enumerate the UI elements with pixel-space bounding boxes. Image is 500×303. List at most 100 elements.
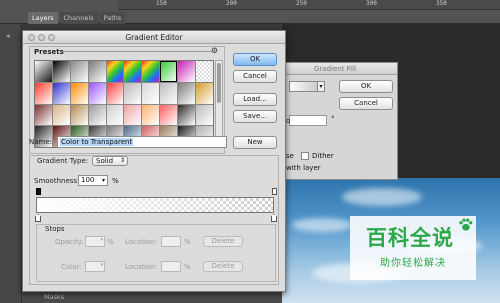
preset-swatch[interactable] [52, 61, 70, 82]
collapse-arrow-icon[interactable]: ◂ [6, 32, 10, 40]
name-label: Name: [29, 138, 53, 146]
gradient-type-value: Solid [96, 157, 114, 165]
gradient-type-group: Gradient Type: Solid ⇕ Smoothness: 100 ▾… [29, 155, 279, 285]
preset-swatch[interactable] [196, 104, 213, 126]
angle-unit: ° [331, 115, 335, 123]
ruler-mark: 150 [156, 0, 167, 7]
reverse-label: se [286, 152, 294, 160]
color-location-label: Location: [125, 263, 157, 271]
gradient-preview-bar[interactable] [36, 197, 274, 213]
gradient-fill-swatch[interactable] [289, 81, 319, 92]
preset-swatch[interactable] [35, 61, 52, 82]
gradient-editor-titlebar: Gradient Editor [23, 31, 285, 44]
preset-swatch[interactable] [160, 61, 178, 82]
opacity-input[interactable]: ▾ [85, 236, 105, 247]
preset-swatch[interactable] [106, 82, 124, 104]
smoothness-label: Smoothness: [34, 177, 80, 185]
gradient-fill-ok-button[interactable]: OK [339, 80, 393, 93]
preset-swatch[interactable] [124, 82, 142, 104]
color-label: Color: [61, 263, 82, 271]
preset-swatch[interactable] [196, 61, 213, 82]
chevron-down-icon: ▾ [101, 177, 105, 184]
preset-swatch[interactable] [52, 104, 70, 126]
chevron-updown-icon: ⇕ [119, 157, 125, 164]
horizontal-ruler: 150 200 250 300 350 [118, 0, 500, 10]
opacity-location-label: Location: [125, 238, 157, 246]
masks-label[interactable]: Masks [44, 293, 64, 301]
tab-channels[interactable]: Channels [59, 12, 98, 24]
color-swatch[interactable]: ▾ [85, 261, 105, 272]
gradient-name-input[interactable]: Color to Transparent [57, 136, 227, 148]
preset-swatch[interactable] [124, 104, 142, 126]
opacity-stop-left[interactable] [36, 188, 41, 195]
preset-swatch[interactable] [52, 82, 70, 104]
preset-swatch[interactable] [88, 82, 106, 104]
color-stop-right[interactable] [271, 214, 277, 222]
preset-swatch-grid [34, 60, 214, 148]
color-stop-left[interactable] [35, 214, 41, 222]
presets-menu-icon[interactable]: ⚙ [211, 46, 218, 55]
preset-swatch[interactable] [106, 61, 124, 82]
watermark-subtitle: 助你轻松解决 [380, 258, 446, 269]
presets-label: Presets [34, 48, 64, 56]
paw-logo-icon [459, 218, 473, 231]
new-button[interactable]: New [233, 136, 277, 149]
ok-button[interactable]: OK [233, 53, 277, 66]
panel-tabs: Layers Channels Paths [28, 12, 126, 24]
gradient-fill-dialog: Gradient Fill ▾ OK Cancel o ° se Dither … [272, 62, 398, 180]
preset-swatch[interactable] [160, 104, 178, 126]
presets-scrollbar[interactable] [215, 60, 223, 148]
gradient-type-label: Gradient Type: [37, 157, 89, 165]
preset-swatch[interactable] [70, 61, 88, 82]
preset-swatch[interactable] [142, 82, 160, 104]
gradient-editor-dialog: Gradient Editor Presets ⚙ OK Cancel Load… [22, 30, 286, 292]
opacity-delete-button[interactable]: Delete [203, 236, 243, 247]
preset-swatch[interactable] [35, 104, 52, 126]
color-delete-button[interactable]: Delete [203, 261, 243, 272]
panel-dock: ◂ [0, 24, 22, 303]
preset-swatch[interactable] [88, 61, 106, 82]
preset-swatch[interactable] [35, 82, 52, 104]
save-button[interactable]: Save... [233, 110, 277, 123]
preset-swatch[interactable] [106, 104, 124, 126]
opacity-location-input[interactable] [161, 236, 181, 247]
preset-swatch[interactable] [178, 104, 196, 126]
color-location-unit: % [184, 263, 191, 271]
dialog-title: Gradient Editor [125, 33, 183, 42]
gradient-fill-cancel-button[interactable]: Cancel [339, 97, 393, 110]
preset-swatch[interactable] [70, 104, 88, 126]
angle-label-fragment: o [286, 117, 291, 125]
preset-swatch[interactable] [196, 82, 213, 104]
preset-swatch[interactable] [160, 82, 178, 104]
cancel-button[interactable]: Cancel [233, 70, 277, 83]
tab-layers[interactable]: Layers [28, 12, 58, 24]
scroll-thumb[interactable] [217, 63, 221, 103]
dither-checkbox[interactable] [301, 152, 309, 160]
presets-divider [62, 51, 212, 52]
opacity-label: Opacity: [55, 238, 84, 246]
angle-field[interactable] [289, 115, 327, 126]
cloud [292, 218, 352, 232]
stops-group: Stops Opacity: ▾ % Location: % Delete Co… [36, 224, 276, 282]
watermark: 百科全说 助你轻松解决 [350, 216, 476, 280]
color-location-input[interactable] [161, 261, 181, 272]
dither-label: Dither [312, 152, 334, 160]
preset-swatch[interactable] [88, 104, 106, 126]
chevron-down-icon: ▾ [100, 237, 103, 243]
cloud [342, 188, 422, 206]
preset-swatch[interactable] [124, 61, 142, 82]
preset-swatch[interactable] [142, 104, 160, 126]
preset-swatch[interactable] [70, 82, 88, 104]
gradient-type-select[interactable]: Solid ⇕ [92, 156, 128, 166]
smoothness-input[interactable]: 100 ▾ [78, 175, 108, 186]
preset-swatch[interactable] [142, 61, 160, 82]
opacity-stop-right[interactable] [272, 188, 277, 195]
smoothness-value: 100 [81, 176, 95, 184]
preset-swatch[interactable] [178, 82, 196, 104]
load-button[interactable]: Load... [233, 93, 277, 106]
gradient-fill-dropdown[interactable]: ▾ [317, 81, 325, 92]
ruler-mark: 300 [366, 0, 377, 7]
preset-swatch[interactable] [178, 61, 196, 82]
tab-paths[interactable]: Paths [99, 12, 126, 24]
gradient-fill-title: Gradient Fill [273, 63, 397, 75]
